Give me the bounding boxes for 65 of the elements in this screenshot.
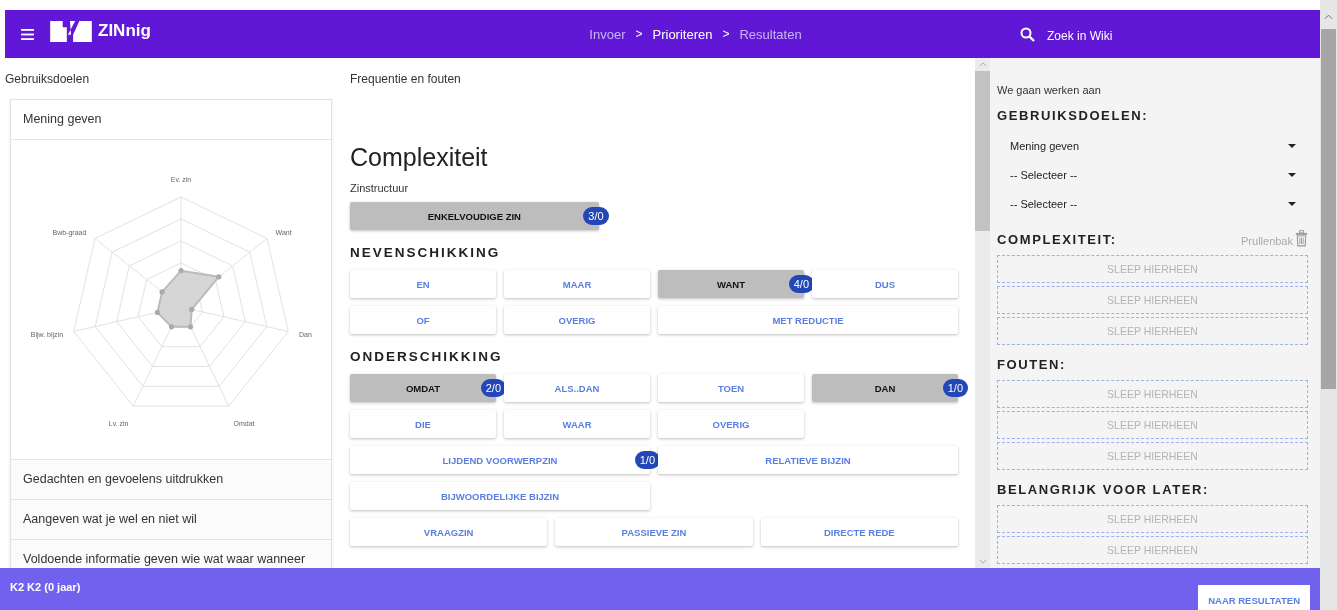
goal-item[interactable]: Mening geven	[11, 100, 331, 140]
caret-icon	[1288, 201, 1296, 206]
drop-zone[interactable]: SLEEP HIERHEEN	[997, 505, 1308, 533]
breadcrumb-separator: >	[635, 27, 643, 41]
category-button[interactable]: ALS..DAN	[504, 374, 650, 402]
trash-label: Prullenbak	[1241, 235, 1293, 247]
category-button[interactable]: WAAR	[504, 410, 650, 438]
drop-zone[interactable]: SLEEP HIERHEEN	[997, 317, 1308, 345]
category-button[interactable]: OVERIG	[658, 410, 804, 438]
category-button[interactable]: OF	[350, 306, 496, 334]
column-label: Gebruiksdoelen	[5, 71, 91, 88]
drop-zone[interactable]: SLEEP HIERHEEN	[997, 380, 1308, 408]
count-badge: 3/0	[583, 207, 609, 225]
breadcrumb-step[interactable]: Prioriteren	[652, 26, 713, 42]
goal-item[interactable]: Aangeven wat je wel en niet wil	[11, 500, 331, 540]
intro-text: We gaan werken aan	[997, 84, 1102, 96]
student-name: K2 K2 (0 jaar)	[10, 581, 81, 593]
category-button[interactable]: MET REDUCTIE	[658, 306, 958, 334]
category-button[interactable]: BIJWOORDELIJKE BIJZIN	[350, 482, 650, 510]
app-name: ZINnig	[98, 21, 151, 41]
category-button[interactable]: DIE	[350, 410, 496, 438]
caret-icon	[1288, 172, 1296, 177]
section-heading: FOUTEN:	[997, 357, 1066, 372]
category-button[interactable]: MAAR	[504, 270, 650, 298]
category-button[interactable]: VRAAGZIN	[350, 518, 548, 546]
breadcrumb-step[interactable]: Resultaten	[739, 26, 802, 42]
dropdown[interactable]: -- Selecteer --	[997, 189, 1308, 218]
category-button[interactable]: RELATIEVE BIJZIN	[658, 446, 958, 474]
category-button[interactable]: PASSIEVE ZIN	[555, 518, 753, 546]
search-link[interactable]: Zoek in Wiki	[1047, 28, 1113, 43]
drop-zone[interactable]: SLEEP HIERHEEN	[997, 255, 1308, 283]
drop-zone[interactable]: SLEEP HIERHEEN	[997, 442, 1308, 470]
breadcrumb-step[interactable]: Invoer	[589, 26, 626, 42]
section-heading: BELANGRIJK VOOR LATER:	[997, 482, 1209, 497]
results-button[interactable]: NAAR RESULTATEN	[1198, 585, 1310, 610]
search-icon	[1020, 26, 1035, 42]
section-heading: GEBRUIKSDOELEN:	[997, 108, 1149, 123]
dropdown[interactable]: Mening geven	[997, 131, 1308, 160]
group-label: Zinstructuur	[350, 182, 410, 194]
menu-icon[interactable]	[21, 28, 34, 40]
scrollbar[interactable]	[975, 58, 990, 568]
drop-zone[interactable]: SLEEP HIERHEEN	[997, 411, 1308, 439]
dropdown[interactable]: -- Selecteer --	[997, 160, 1308, 189]
caret-icon	[1288, 143, 1296, 148]
category-button[interactable]: DUS	[812, 270, 958, 298]
drop-zone[interactable]: SLEEP HIERHEEN	[997, 286, 1308, 314]
goal-item[interactable]: Gedachten en gevoelens uitdrukken	[11, 460, 331, 500]
section-title: Complexiteit	[350, 142, 489, 173]
trash-icon[interactable]	[1295, 230, 1308, 247]
section-heading: COMPLEXITEIT:	[997, 232, 1117, 247]
drop-zone[interactable]: SLEEP HIERHEEN	[997, 536, 1308, 564]
chevron-down-icon[interactable]	[978, 559, 987, 564]
chevron-up-icon[interactable]	[978, 62, 987, 67]
category-button[interactable]: TOEN	[658, 374, 804, 402]
breadcrumb-separator: >	[722, 27, 730, 41]
chevron-up-icon[interactable]	[1324, 14, 1333, 20]
category-button[interactable]: OVERIG	[504, 306, 650, 334]
group-heading: NEVENSCHIKKING	[350, 245, 502, 260]
scrollbar[interactable]	[1320, 0, 1337, 610]
logo-icon	[50, 18, 92, 44]
group-heading: ONDERSCHIKKING	[350, 349, 504, 364]
column-label: Frequentie en fouten	[350, 71, 462, 88]
goal-item[interactable]: Voldoende informatie geven wie wat waar wanneer	[11, 540, 331, 568]
category-button[interactable]: EN	[350, 270, 496, 298]
category-button[interactable]: DIRECTE REDE	[760, 518, 958, 546]
